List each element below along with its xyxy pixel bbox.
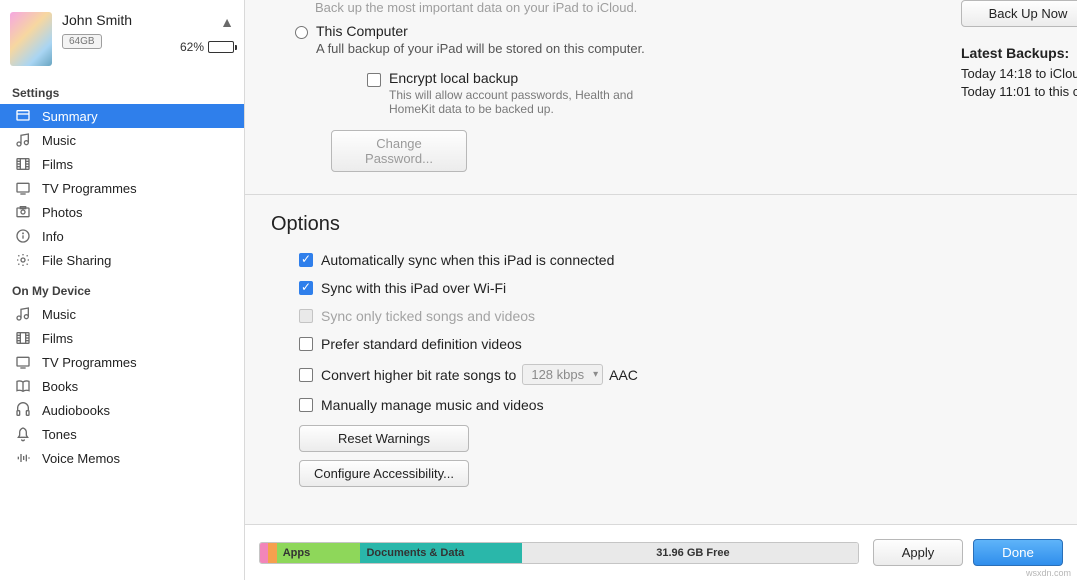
ticked-only-label: Sync only ticked songs and videos [321, 308, 535, 324]
nav-item-books[interactable]: Books [0, 374, 244, 398]
nav-item-label: Music [42, 307, 76, 322]
manual-label: Manually manage music and videos [321, 397, 544, 413]
nav-item-label: Info [42, 229, 64, 244]
battery-pct: 62% [180, 40, 204, 54]
nav-item-label: TV Programmes [42, 181, 137, 196]
storage-seg-other1 [260, 543, 268, 563]
tones-icon [12, 426, 34, 442]
info-icon [12, 228, 34, 244]
manual-checkbox[interactable] [299, 398, 313, 412]
watermark: wsxdn.com [1026, 568, 1071, 578]
nav-item-tv-programmes[interactable]: TV Programmes [0, 176, 244, 200]
latest-backups-heading: Latest Backups: [961, 45, 1077, 61]
photos-icon [12, 204, 34, 220]
bitrate-select[interactable]: 128 kbps [522, 364, 603, 385]
nav-item-summary[interactable]: Summary [0, 104, 244, 128]
voice-icon [12, 450, 34, 466]
nav-item-tv-programmes[interactable]: TV Programmes [0, 350, 244, 374]
wifi-sync-checkbox[interactable] [299, 281, 313, 295]
storage-seg-free: 31.96 GB Free [522, 543, 858, 563]
battery-icon [208, 41, 234, 53]
icloud-desc-cut: Back up the most important data on your … [271, 0, 1051, 15]
settings-section-label: Settings [0, 74, 244, 104]
auto-sync-checkbox[interactable] [299, 253, 313, 267]
nav-item-music[interactable]: Music [0, 128, 244, 152]
nav-item-music[interactable]: Music [0, 302, 244, 326]
films-icon [12, 330, 34, 346]
change-password-button[interactable]: Change Password... [331, 130, 467, 172]
convert-label-suf: AAC [609, 367, 638, 383]
encrypt-label: Encrypt local backup [389, 70, 679, 86]
encrypt-checkbox[interactable] [367, 73, 381, 87]
music-icon [12, 132, 34, 148]
battery-status: 62% [180, 40, 234, 54]
tv-icon [12, 180, 34, 196]
nav-item-label: Voice Memos [42, 451, 120, 466]
storage-seg-docs: Documents & Data [360, 543, 521, 563]
nav-item-label: Books [42, 379, 78, 394]
nav-item-films[interactable]: Films [0, 152, 244, 176]
nav-item-label: TV Programmes [42, 355, 137, 370]
ticked-only-checkbox [299, 309, 313, 323]
films-icon [12, 156, 34, 172]
this-computer-label: This Computer [316, 23, 645, 39]
music-icon [12, 306, 34, 322]
tv-icon [12, 354, 34, 370]
apply-button[interactable]: Apply [873, 539, 963, 566]
main-panel: Back up the most important data on your … [245, 0, 1077, 580]
auto-sync-label: Automatically sync when this iPad is con… [321, 252, 614, 268]
options-heading: Options [271, 213, 1051, 236]
books-icon [12, 378, 34, 394]
nav-item-voice-memos[interactable]: Voice Memos [0, 446, 244, 470]
device-thumbnail [10, 12, 52, 66]
capacity-badge: 64GB [62, 34, 102, 49]
summary-icon [12, 108, 34, 124]
wifi-sync-label: Sync with this iPad over Wi-Fi [321, 280, 506, 296]
nav-item-label: Photos [42, 205, 82, 220]
storage-seg-other2 [268, 543, 277, 563]
convert-checkbox[interactable] [299, 368, 313, 382]
this-computer-radio[interactable] [295, 26, 308, 39]
nav-item-photos[interactable]: Photos [0, 200, 244, 224]
nav-item-label: File Sharing [42, 253, 111, 268]
sidebar: John Smith 64GB ▲ 62% Settings Summary Mu… [0, 0, 245, 580]
audiobooks-icon [12, 402, 34, 418]
device-header: John Smith 64GB ▲ 62% [0, 6, 244, 74]
share-icon [12, 252, 34, 268]
back-up-now-button[interactable]: Back Up Now [961, 0, 1077, 27]
device-name: John Smith [62, 12, 234, 28]
sd-checkbox[interactable] [299, 337, 313, 351]
reset-warnings-button[interactable]: Reset Warnings [299, 425, 469, 452]
nav-item-label: Tones [42, 427, 77, 442]
footer-bar: Apps Documents & Data 31.96 GB Free Appl… [245, 524, 1077, 580]
encrypt-desc: This will allow account passwords, Healt… [389, 88, 679, 116]
nav-item-label: Films [42, 331, 73, 346]
configure-accessibility-button[interactable]: Configure Accessibility... [299, 460, 469, 487]
nav-item-films[interactable]: Films [0, 326, 244, 350]
nav-item-label: Films [42, 157, 73, 172]
sd-label: Prefer standard definition videos [321, 336, 522, 352]
on-device-section-label: On My Device [0, 272, 244, 302]
nav-item-tones[interactable]: Tones [0, 422, 244, 446]
nav-item-audiobooks[interactable]: Audiobooks [0, 398, 244, 422]
nav-item-label: Summary [42, 109, 98, 124]
nav-item-info[interactable]: Info [0, 224, 244, 248]
latest-backup-2: Today 11:01 to this computer [961, 83, 1077, 101]
eject-icon[interactable]: ▲ [220, 14, 234, 30]
done-button[interactable]: Done [973, 539, 1063, 566]
storage-seg-apps: Apps [277, 543, 361, 563]
this-computer-desc: A full backup of your iPad will be store… [316, 41, 645, 56]
nav-item-label: Audiobooks [42, 403, 110, 418]
storage-bar[interactable]: Apps Documents & Data 31.96 GB Free [259, 542, 859, 564]
latest-backup-1: Today 14:18 to iCloud [961, 65, 1077, 83]
convert-label-pre: Convert higher bit rate songs to [321, 367, 516, 383]
nav-item-file-sharing[interactable]: File Sharing [0, 248, 244, 272]
nav-item-label: Music [42, 133, 76, 148]
